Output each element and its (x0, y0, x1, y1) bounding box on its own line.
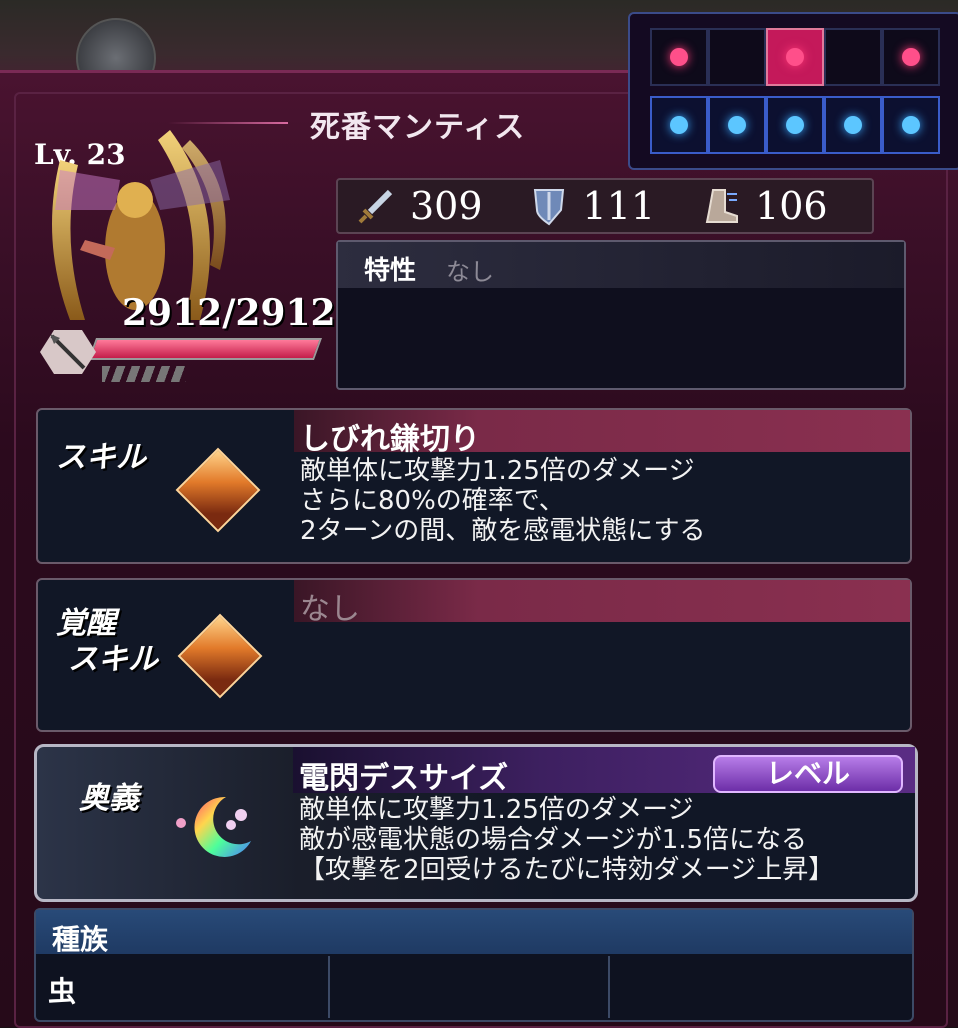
hp-bar-fill (90, 340, 320, 358)
defense-stat: 111 (527, 184, 656, 228)
grid-cell-selected (766, 28, 824, 86)
blue-dot-icon (786, 116, 804, 134)
speed-value: 106 (755, 184, 828, 228)
grid-top-row (650, 28, 940, 86)
rank-stripes (102, 366, 186, 382)
grid-cell (650, 96, 708, 154)
stats-bar: 309 111 106 (336, 178, 874, 234)
sword-icon (354, 184, 398, 228)
awaken-gem-icon (177, 613, 263, 699)
position-grid[interactable] (628, 12, 958, 170)
blue-dot-icon (902, 116, 920, 134)
grid-cell (882, 28, 940, 86)
skill-description: 敵単体に攻撃力1.25倍のダメージ さらに80%の確率で、 2ターンの間、敵を感… (300, 456, 706, 546)
hp-bar (87, 338, 323, 360)
skill-name: しびれ鎌切り (300, 422, 480, 457)
trait-label: 特性 (364, 256, 417, 286)
race-header: 種族 (36, 910, 912, 956)
grid-cell (766, 96, 824, 154)
ougi-panel[interactable]: 奥義 電閃デスサイズ レベル 敵単体に攻撃力1.25倍のダメージ 敵が感電状態の… (34, 744, 918, 902)
boot-icon (699, 184, 743, 228)
grid-cell (708, 96, 766, 154)
skill-panel[interactable]: スキル しびれ鎌切り 敵単体に攻撃力1.25倍のダメージ さらに80%の確率で、… (36, 408, 912, 564)
attack-stat: 309 (354, 184, 483, 228)
grid-bottom-row (650, 96, 940, 154)
trait-value: なし (446, 258, 494, 286)
spear-icon (50, 334, 86, 370)
pink-dot-icon (902, 48, 920, 66)
race-header-label: 種族 (52, 923, 109, 956)
trait-header: 特性 なし (338, 242, 904, 288)
grid-cell (824, 96, 882, 154)
defense-value: 111 (582, 184, 656, 228)
attack-value: 309 (410, 184, 483, 228)
level-button[interactable]: レベル (713, 755, 903, 793)
race-value: 虫 (48, 975, 77, 1008)
blue-dot-icon (670, 116, 688, 134)
race-cell (330, 956, 610, 1018)
grid-cell (882, 96, 940, 154)
awaken-skill-header (294, 580, 910, 622)
ougi-description: 敵単体に攻撃力1.25倍のダメージ 敵が感電状態の場合ダメージが1.5倍になる … (299, 795, 835, 885)
ougi-name: 電閃デスサイズ (299, 761, 509, 796)
trait-panel: 特性 なし (336, 240, 906, 390)
monster-name: 死番マンティス (310, 110, 526, 145)
ougi-label: 奥義 (79, 781, 139, 816)
hp-value: 2912/2912 (122, 292, 336, 334)
race-panel: 種族 虫 (34, 908, 914, 1022)
grid-cell (824, 28, 882, 86)
blue-dot-icon (844, 116, 862, 134)
pink-dot-icon (670, 48, 688, 66)
race-cell (610, 956, 910, 1018)
awaken-skill-name: なし (300, 592, 360, 627)
skill-gem-icon (175, 447, 261, 533)
blue-dot-icon (728, 116, 746, 134)
race-cell: 虫 (36, 956, 330, 1018)
awaken-skill-label-line2: スキル (68, 642, 158, 677)
awaken-skill-panel[interactable]: 覚醒 スキル なし (36, 578, 912, 732)
grid-cell (708, 28, 766, 86)
speed-stat: 106 (699, 184, 828, 228)
crescent-moon-icon (176, 796, 251, 857)
grid-cell (650, 28, 708, 86)
skill-label: スキル (56, 440, 146, 475)
pink-dot-icon (786, 48, 804, 66)
shield-icon (527, 184, 571, 228)
